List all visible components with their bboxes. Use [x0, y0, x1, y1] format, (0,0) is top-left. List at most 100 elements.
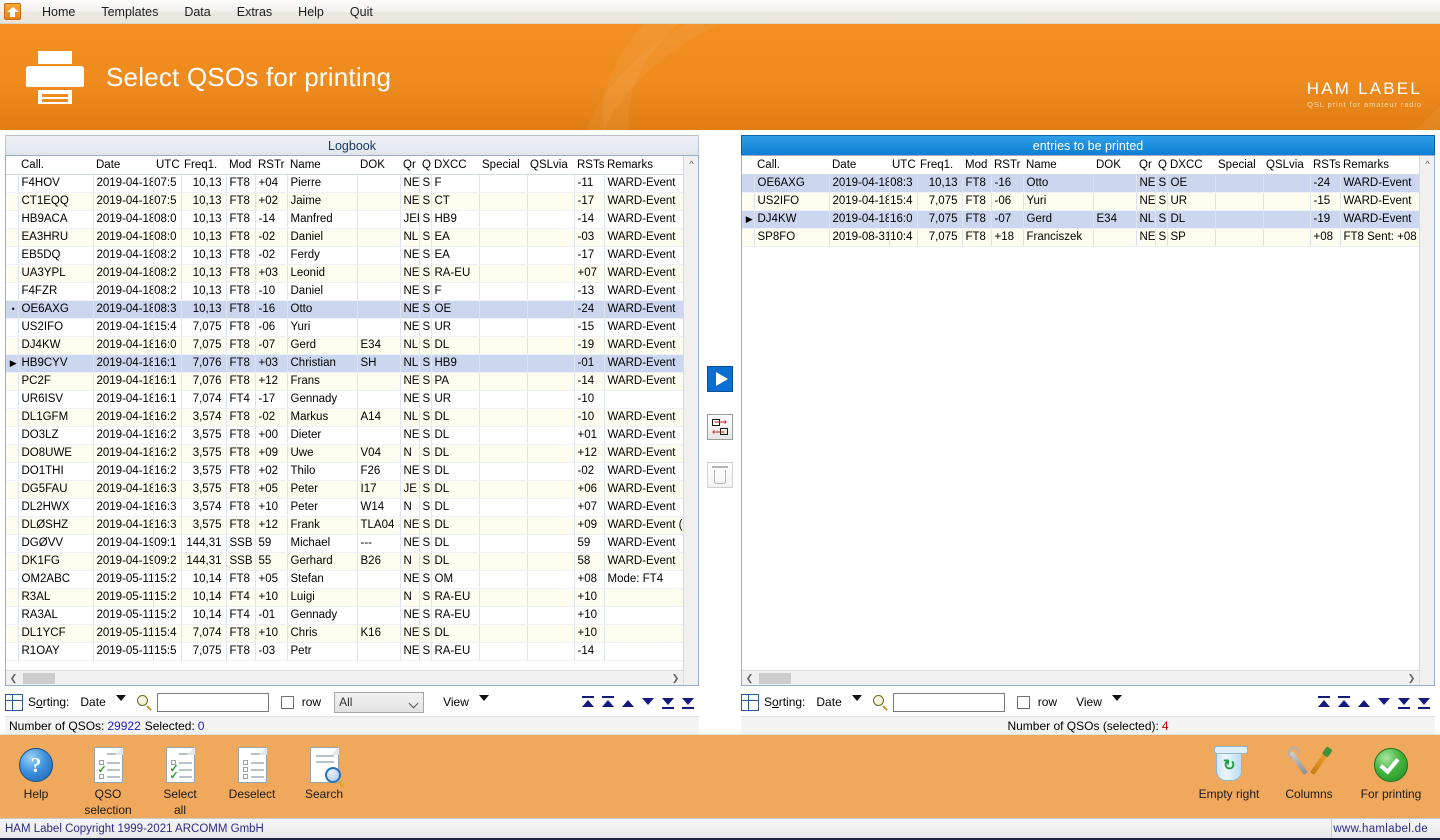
- table-row[interactable]: DO1THI 2019-04-18 16:2 3,575 FT8 +02 Thilo F26 N…: [6, 462, 694, 481]
- table-row[interactable]: US2IFO 2019-04-18 15:4 7,075 FT8 -06 Yuri NE S UR…: [6, 318, 694, 337]
- sort-value[interactable]: Date: [816, 695, 841, 709]
- table-row[interactable]: RA3AL 2019-05-11 15:2 10,14 FT4 -01 Gennady NE S…: [6, 606, 694, 625]
- table-row[interactable]: R1OAY 2019-05-11 15:5 7,075 FT8 -03 Petr NE S RA-…: [6, 642, 694, 661]
- column-header-special[interactable]: Special: [479, 156, 527, 175]
- nav-next-page-button[interactable]: [662, 696, 675, 709]
- view-dropdown-icon[interactable]: [478, 695, 489, 701]
- sort-dropdown-icon[interactable]: [115, 695, 126, 701]
- table-row[interactable]: DJ4KW 2019-04-18 16:0 7,075 FT8 -07 Gerd E34 NL S…: [6, 336, 694, 355]
- row-checkbox[interactable]: [280, 695, 294, 709]
- column-header-qr[interactable]: Qr: [1136, 156, 1155, 175]
- table-row[interactable]: US2IFO 2019-04-18 15:4 7,075 FT8 -06 Yuri NE S UR…: [742, 192, 1430, 211]
- help-button[interactable]: ? Help: [0, 735, 72, 817]
- table-row[interactable]: UR6ISV 2019-04-18 16:1 7,074 FT4 -17 Gennady NE…: [6, 390, 694, 409]
- table-row[interactable]: CT1EQQ 2019-04-18 07:5 10,13 FT8 +02 Jaime NE S C…: [6, 192, 694, 211]
- table-row[interactable]: DL2HWX 2019-04-18 16:3 3,574 FT8 +10 Peter W14 N…: [6, 498, 694, 517]
- move-right-button[interactable]: [707, 366, 733, 392]
- nav-down-button[interactable]: [1378, 696, 1391, 709]
- menu-item-data[interactable]: Data: [171, 2, 223, 22]
- table-row[interactable]: OE6AXG 2019-04-18 08:3 10,13 FT8 -16 Otto NE S OE…: [742, 174, 1430, 193]
- table-row[interactable]: • OE6AXG 2019-04-18 08:3 10,13 FT8 -16 Otto NE S O…: [6, 300, 694, 319]
- website-link[interactable]: www.hamlabel.de: [1333, 823, 1440, 835]
- for-printing-button[interactable]: For printing: [1348, 735, 1434, 801]
- view-label[interactable]: View: [443, 695, 469, 709]
- column-header-utc[interactable]: UTC: [889, 156, 917, 175]
- logbook-horizontal-scrollbar[interactable]: ❮ ❯ ⌄: [6, 670, 698, 685]
- table-row[interactable]: ▶ DJ4KW 2019-04-18 16:0 7,075 FT8 -07 Gerd E34 NL…: [742, 210, 1430, 229]
- swap-button[interactable]: ⟶ ⟵: [707, 414, 733, 440]
- scroll-right-icon[interactable]: ❯: [668, 671, 683, 686]
- print-queue-vertical-scrollbar[interactable]: ^: [1419, 156, 1434, 685]
- column-header-special[interactable]: Special: [1215, 156, 1263, 175]
- column-header-remarks[interactable]: Remarks: [604, 156, 693, 175]
- column-header-call[interactable]: Call.: [18, 156, 93, 175]
- nav-first-button[interactable]: [1318, 695, 1331, 709]
- column-header-qr[interactable]: Qr: [400, 156, 419, 175]
- table-row[interactable]: ▶ HB9CYV 2019-04-18 16:1 7,076 FT8 +03 Christia…: [6, 354, 694, 373]
- table-row[interactable]: HB9ACA 2019-04-18 08:0 10,13 FT8 -14 Manfred JE…: [6, 210, 694, 229]
- sort-dropdown-icon[interactable]: [851, 695, 862, 701]
- menu-item-home[interactable]: Home: [29, 2, 88, 22]
- table-row[interactable]: PC2F 2019-04-18 16:1 7,076 FT8 +12 Frans NE S PA -…: [6, 372, 694, 391]
- column-header-dxcc[interactable]: DXCC: [1167, 156, 1215, 175]
- scroll-left-icon[interactable]: ❮: [742, 671, 757, 686]
- nav-last-button[interactable]: [1418, 696, 1431, 709]
- search-input[interactable]: [156, 692, 269, 712]
- table-row[interactable]: EB5DQ 2019-04-18 08:2 10,13 FT8 -02 Ferdy NE S EA…: [6, 246, 694, 265]
- grid-settings-icon[interactable]: [5, 693, 23, 711]
- table-row[interactable]: F4HOV 2019-04-18 07:5 10,13 FT8 +04 Pierre NE S F…: [6, 174, 694, 193]
- menu-item-quit[interactable]: Quit: [337, 2, 386, 22]
- table-row[interactable]: DLØSHZ 2019-04-18 16:3 3,575 FT8 +12 Frank TLA0…: [6, 516, 694, 535]
- nav-next-page-button[interactable]: [1398, 696, 1411, 709]
- column-header-rstr[interactable]: RSTr: [255, 156, 287, 175]
- table-row[interactable]: F4FZR 2019-04-18 08:2 10,13 FT8 -10 Daniel NE S F…: [6, 282, 694, 301]
- column-header-rsts[interactable]: RSTs: [574, 156, 604, 175]
- menu-item-templates[interactable]: Templates: [88, 2, 171, 22]
- print-queue-grid-scroll[interactable]: Call.DateUTCFreq1.ModRSTrNameDOKQrQsDXCC…: [742, 156, 1434, 670]
- scroll-thumb[interactable]: [759, 672, 791, 684]
- column-header-date[interactable]: Date: [93, 156, 153, 175]
- column-header-freq1[interactable]: Freq1.: [181, 156, 226, 175]
- deselect-button[interactable]: Deselect: [216, 735, 288, 817]
- column-header-qslvia[interactable]: QSLvia: [1263, 156, 1310, 175]
- table-row[interactable]: DK1FG 2019-04-19 09:2 144,31 SSB 55 Gerhard B26…: [6, 552, 694, 571]
- table-row[interactable]: DG5FAU 2019-04-18 16:3 3,575 FT8 +05 Peter I17 J…: [6, 480, 694, 499]
- column-header-call[interactable]: Call.: [754, 156, 829, 175]
- column-header-qslvia[interactable]: QSLvia: [527, 156, 574, 175]
- column-header-qs[interactable]: Qs: [1155, 156, 1167, 175]
- qso-selection-button[interactable]: ✓ QSO selection: [72, 735, 144, 817]
- scroll-right-icon[interactable]: ❯: [1404, 671, 1419, 686]
- column-header-dok[interactable]: DOK: [1093, 156, 1136, 175]
- nav-prev-page-button[interactable]: [602, 695, 615, 709]
- scroll-thumb[interactable]: [23, 672, 55, 684]
- column-header-utc[interactable]: UTC: [153, 156, 181, 175]
- magnifier-icon[interactable]: [872, 694, 888, 712]
- table-row[interactable]: DL1YCF 2019-05-11 15:4 7,074 FT8 +10 Chris K16 N…: [6, 624, 694, 643]
- nav-prev-page-button[interactable]: [1338, 695, 1351, 709]
- search-input[interactable]: [892, 692, 1005, 712]
- column-header-qs[interactable]: Qs: [419, 156, 431, 175]
- column-header-remarks[interactable]: Remarks: [1340, 156, 1429, 175]
- nav-first-button[interactable]: [582, 695, 595, 709]
- table-row[interactable]: UA3YPL 2019-04-18 08:2 10,13 FT8 +03 Leonid NE S…: [6, 264, 694, 283]
- menu-item-extras[interactable]: Extras: [224, 2, 285, 22]
- logbook-vertical-scrollbar[interactable]: ^: [683, 156, 698, 685]
- table-row[interactable]: DO8UWE 2019-04-18 16:2 3,575 FT8 +09 Uwe V04 N S D…: [6, 444, 694, 463]
- column-header-mod[interactable]: Mod: [962, 156, 991, 175]
- empty-right-button[interactable]: ↻ Empty right: [1188, 735, 1270, 801]
- scroll-left-icon[interactable]: ❮: [6, 671, 21, 686]
- delete-button[interactable]: [707, 462, 733, 488]
- table-row[interactable]: DO3LZ 2019-04-18 16:2 3,575 FT8 +00 Dieter NE S D…: [6, 426, 694, 445]
- column-header-mod[interactable]: Mod: [226, 156, 255, 175]
- home-icon[interactable]: [4, 3, 21, 20]
- column-header-date[interactable]: Date: [829, 156, 889, 175]
- sort-value[interactable]: Date: [80, 695, 105, 709]
- logbook-grid-scroll[interactable]: Call.DateUTCFreq1.ModRSTrNameDOKQrQsDXCC…: [6, 156, 698, 670]
- column-header-name[interactable]: Name: [287, 156, 357, 175]
- view-dropdown-icon[interactable]: [1111, 695, 1122, 701]
- nav-up-button[interactable]: [622, 696, 635, 709]
- scroll-up-icon[interactable]: ^: [1420, 156, 1434, 171]
- nav-last-button[interactable]: [682, 696, 695, 709]
- select-all-button[interactable]: ✓ ✓ Select all: [144, 735, 216, 817]
- print-queue-horizontal-scrollbar[interactable]: ❮ ❯ ⌄: [742, 670, 1434, 685]
